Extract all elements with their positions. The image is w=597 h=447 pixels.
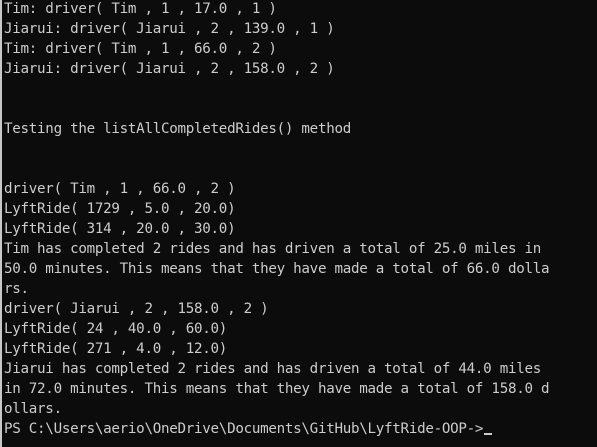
- output-line: Jiarui: driver( Jiarui , 2 , 139.0 , 1 ): [4, 21, 335, 37]
- output-line: in 72.0 minutes. This means that they ha…: [4, 381, 550, 397]
- output-line: rs.: [4, 281, 29, 297]
- output-line: ollars.: [4, 401, 62, 417]
- terminal-output: Tim: driver( Tim , 1 , 17.0 , 1 ) Jiarui…: [4, 0, 550, 439]
- output-line: Tim: driver( Tim , 1 , 66.0 , 2 ): [4, 41, 277, 57]
- output-line: Tim has completed 2 rides and has driven…: [4, 241, 542, 257]
- output-line: LyftRide( 271 , 4.0 , 12.0): [4, 341, 228, 357]
- output-line: Jiarui: driver( Jiarui , 2 , 158.0 , 2 ): [4, 61, 335, 77]
- output-line: 50.0 minutes. This means that they have …: [4, 261, 550, 277]
- output-line: Tim: driver( Tim , 1 , 17.0 , 1 ): [4, 1, 277, 17]
- prompt-text: PS C:\Users\aerio\OneDrive\Documents\Git…: [4, 421, 484, 437]
- output-line: Jiarui has completed 2 rides and has dri…: [4, 361, 542, 377]
- text-cursor: [484, 433, 493, 435]
- prompt-line[interactable]: PS C:\Users\aerio\OneDrive\Documents\Git…: [4, 419, 549, 439]
- terminal-window[interactable]: Tim: driver( Tim , 1 , 17.0 , 1 ) Jiarui…: [0, 0, 597, 447]
- output-line: Testing the listAllCompletedRides() meth…: [4, 121, 351, 137]
- output-line: driver( Jiarui , 2 , 158.0 , 2 ): [4, 301, 269, 317]
- window-border: [0, 0, 2, 447]
- output-line: LyftRide( 1729 , 5.0 , 20.0): [4, 201, 236, 217]
- output-line: LyftRide( 24 , 40.0 , 60.0): [4, 321, 228, 337]
- output-line: driver( Tim , 1 , 66.0 , 2 ): [4, 181, 236, 197]
- output-line: LyftRide( 314 , 20.0 , 30.0): [4, 221, 236, 237]
